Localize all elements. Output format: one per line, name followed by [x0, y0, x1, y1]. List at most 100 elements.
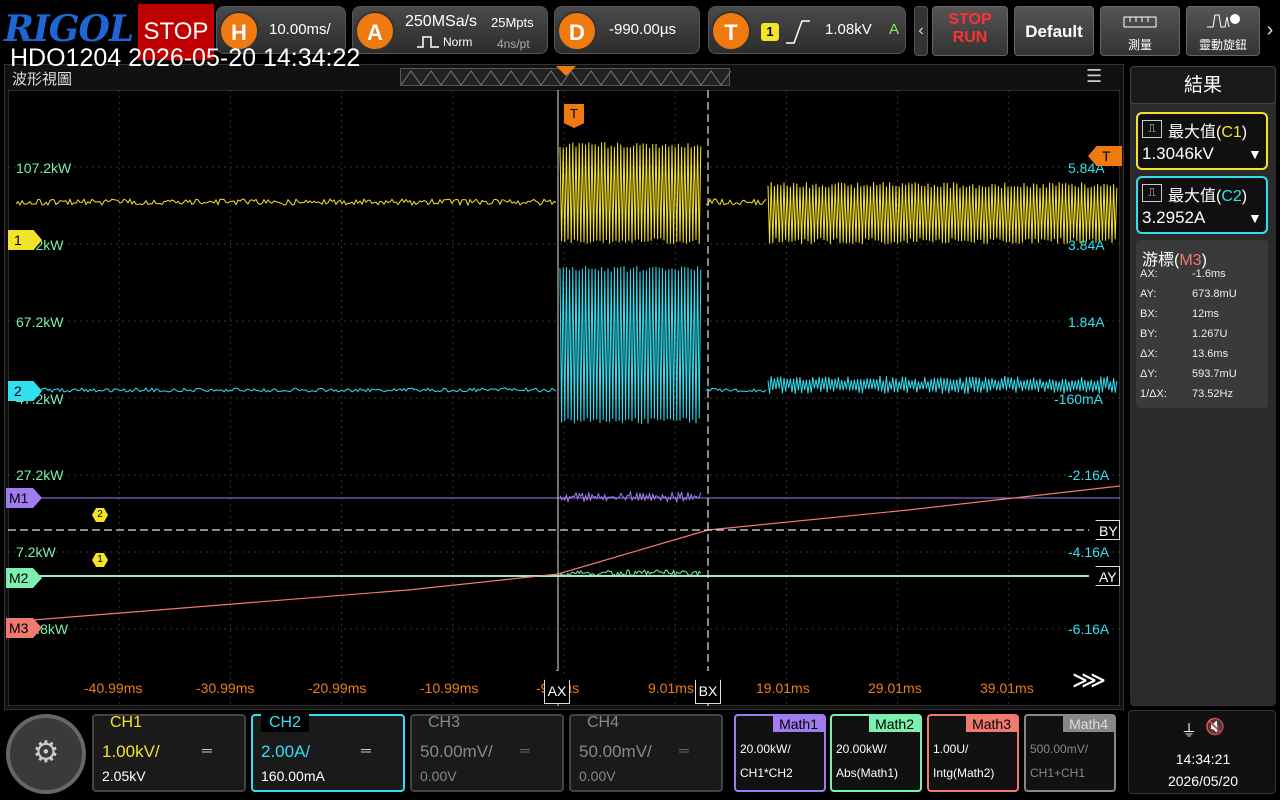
cursor-row-value: -1.6ms	[1192, 268, 1226, 280]
clock-time: 14:34:21	[1129, 751, 1277, 767]
channel-box-ch3[interactable]: CH3 50.00mV/ ═ 0.00V	[410, 714, 564, 792]
channel-box-ch2[interactable]: CH2 2.00A/ ═ 160.00mA	[251, 714, 405, 792]
menu-icon[interactable]: ☰	[1086, 68, 1108, 86]
cursor-row: ΔX: 13.6ms	[1140, 348, 1266, 366]
measure-button[interactable]: 測量	[1100, 6, 1180, 56]
coupling-icon: ═	[520, 742, 530, 758]
coupling-icon: ═	[361, 742, 371, 758]
time-tick-label: -40.99ms	[84, 680, 142, 696]
cursor-row-key: ΔY:	[1140, 368, 1157, 380]
default-button[interactable]: Default	[1014, 6, 1094, 56]
chevron-down-icon[interactable]: ▼	[1248, 210, 1262, 226]
run-label: RUN	[933, 29, 1007, 47]
meas2-source: C2	[1221, 188, 1241, 205]
cursor-row: BY: 1.267U	[1140, 328, 1266, 346]
math-scale: 20.00kW/	[740, 742, 791, 756]
delay-value: -990.00µs	[609, 21, 676, 38]
measurement-card-c2[interactable]: ⎍ 最大值(C2) 3.2952A ▼	[1136, 176, 1268, 234]
cursor-results-card[interactable]: 游標(M3) AX: -1.6ms AY: 673.8mU BX: 12ms BY: 1.26…	[1136, 240, 1268, 408]
channel-offset: 2.05kV	[102, 768, 146, 784]
mute-icon[interactable]: 🔇	[1205, 717, 1225, 737]
cursor-row: BX: 12ms	[1140, 308, 1266, 326]
trigger-mode: A	[889, 21, 899, 38]
right-scale-label: -4.16A	[1068, 544, 1109, 560]
cursor-row-value: 673.8mU	[1192, 288, 1237, 300]
math-name: Math4	[1063, 716, 1114, 732]
ruler-icon	[1122, 13, 1158, 31]
auto-knob-label: 靈動旋鈕	[1187, 36, 1259, 53]
trigger-time-marker[interactable]: T	[564, 104, 584, 128]
meas2-label: 最大值(C2)	[1168, 182, 1247, 206]
acquire-control[interactable]: A 250MSa/s 25Mpts Norm 4ns/pt	[352, 6, 548, 54]
sample-rate: 250MSa/s	[405, 13, 477, 31]
pulse-icon	[417, 35, 439, 49]
channel-scale: 1.00kV/	[102, 742, 160, 762]
trigger-control[interactable]: T 1 1.08kV A	[708, 6, 906, 54]
channel-box-ch1[interactable]: CH1 1.00kV/ ═ 2.05kV	[92, 714, 246, 792]
cursor-row-value: 1.267U	[1192, 328, 1227, 340]
math-expression: CH1+CH1	[1030, 766, 1085, 780]
delay-control[interactable]: D -990.00µs	[554, 6, 700, 54]
ch2-trace-gap	[706, 388, 766, 392]
right-scale-label: -160mA	[1054, 391, 1103, 407]
ch1-trace-gap	[706, 199, 766, 205]
chevron-right-icon[interactable]: ›	[1262, 6, 1278, 56]
trigger-level: 1.08kV	[825, 21, 872, 38]
cursor-source: M3	[1179, 252, 1201, 269]
cursor-row: ΔY: 593.7mU	[1140, 368, 1266, 386]
run-stop-button[interactable]: STOP RUN	[932, 6, 1008, 56]
cursor-label-text: 游標	[1142, 252, 1174, 269]
time-tick-label: 29.01ms	[868, 680, 922, 696]
right-scale-label: -6.16A	[1068, 621, 1109, 637]
memory-depth: 25Mpts	[491, 15, 534, 30]
math-box-math3[interactable]: Math3 1.00U/Intg(Math2)	[927, 714, 1019, 792]
rigol-gear-logo[interactable]: ⚙	[6, 714, 86, 794]
time-tick-label: 9.01ms	[648, 680, 694, 696]
cursor-row-key: ΔX:	[1140, 348, 1158, 360]
auto-knob-button[interactable]: 靈動旋鈕	[1186, 6, 1260, 56]
math-name: Math2	[869, 716, 920, 732]
pulse-max-icon: ⎍	[1142, 184, 1162, 202]
waveform-grid[interactable]	[8, 90, 1120, 706]
right-scale-label: -2.16A	[1068, 467, 1109, 483]
clock-date: 2026/05/20	[1129, 773, 1277, 789]
cursor-row: AY: 673.8mU	[1140, 288, 1266, 306]
channel-box-ch4[interactable]: CH4 50.00mV/ ═ 0.00V	[569, 714, 723, 792]
stop-label: STOP	[933, 11, 1007, 29]
channel-name: CH3	[420, 714, 468, 732]
math-scale: 500.00mV/	[1030, 742, 1088, 756]
meas2-label-text: 最大值	[1168, 188, 1216, 205]
grid-svg	[8, 90, 1120, 706]
chevron-left-icon[interactable]: ‹	[914, 6, 928, 56]
measurement-card-c1[interactable]: ⎍ 最大值(C1) 1.3046kV ▼	[1136, 112, 1268, 170]
meas1-source: C1	[1221, 124, 1241, 141]
channel-scale: 50.00mV/	[579, 742, 652, 762]
cursor-row: AX: -1.6ms	[1140, 268, 1266, 286]
math-box-math4[interactable]: Math4 500.00mV/CH1+CH1	[1024, 714, 1116, 792]
cursor-row-value: 12ms	[1192, 308, 1219, 320]
channel-name: CH2	[261, 714, 309, 732]
chevron-down-icon[interactable]: ▼	[1248, 146, 1262, 162]
cursor-row-value: 13.6ms	[1192, 348, 1228, 360]
channel-offset: 160.00mA	[261, 768, 325, 784]
sample-interval: 4ns/pt	[497, 37, 530, 51]
cursor-row-key: AY:	[1140, 288, 1156, 300]
ch2-trace-burst	[560, 266, 701, 424]
math-box-math2[interactable]: Math2 20.00kW/Abs(Math1)	[830, 714, 922, 792]
ch1-trace-idle	[16, 199, 556, 205]
coupling-icon: ═	[679, 742, 689, 758]
math-expression: Intg(Math2)	[933, 766, 994, 780]
time-tick-label: 19.01ms	[756, 680, 810, 696]
cursor-row-value: 73.52Hz	[1192, 388, 1233, 400]
rigol-r-icon: ⚙	[10, 718, 82, 788]
meas1-value: 1.3046kV	[1142, 144, 1214, 164]
measure-label: 測量	[1101, 36, 1179, 53]
math-expression: Abs(Math1)	[836, 766, 898, 780]
screenshot-timestamp: HDO1204 2026-05-20 14:34:22	[10, 44, 360, 73]
cursor-row-key: AX:	[1140, 268, 1158, 280]
collapse-menu-icon[interactable]: ⋙	[1072, 666, 1110, 694]
time-tick-label: -30.99ms	[196, 680, 254, 696]
ch1-trace-burst	[560, 142, 701, 244]
math-box-math1[interactable]: Math1 20.00kW/CH1*CH2	[734, 714, 826, 792]
channel-scale: 2.00A/	[261, 742, 310, 762]
